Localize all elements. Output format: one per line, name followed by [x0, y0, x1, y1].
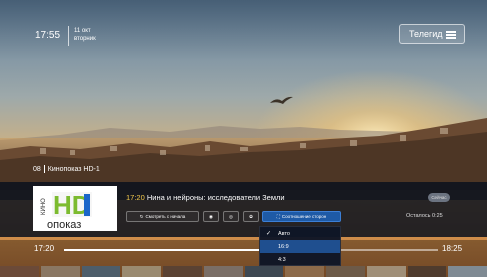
watch-from-start-label: Смотреть с начала [145, 214, 186, 219]
record-icon: ◉ [209, 213, 213, 219]
thumbnail[interactable] [244, 266, 284, 277]
circle-icon: ◎ [229, 213, 233, 219]
thumbnail[interactable] [122, 266, 161, 277]
tv-screen: 17:55 11 окт вторник Телегид 08 Кинопока… [0, 0, 487, 277]
timeline-end: 18:25 [442, 244, 463, 253]
channel-divider [43, 165, 45, 173]
record-button[interactable]: ◉ [203, 211, 219, 222]
thumbnail[interactable] [448, 266, 487, 277]
thumbnail[interactable] [81, 266, 121, 277]
thumbnail[interactable] [366, 266, 406, 277]
thumbnail-strip [0, 266, 487, 277]
program-title: Нина и нейроны: исследователи Земли [146, 193, 285, 202]
progress-track[interactable] [64, 249, 438, 251]
date-day: 11 окт [74, 28, 91, 34]
tv-guide-button[interactable]: Телегид [399, 24, 465, 44]
watch-from-start-button[interactable]: ↻ Смотреть с начала [126, 211, 199, 222]
channel-name: Кинопоказ HD-1 [47, 165, 100, 173]
favorite-button[interactable]: ◎ [223, 211, 239, 222]
channel-number: 08 [33, 165, 41, 173]
thumbnail[interactable] [407, 266, 447, 277]
playback-timeline: 17:20 18:25 [34, 242, 474, 254]
program-start-time: 17:20 [126, 193, 145, 202]
time-remaining: Осталось 0:25 [406, 213, 443, 219]
aspect-option-auto[interactable]: ✓ Авто [260, 227, 340, 240]
aspect-ratio-button[interactable]: ⛶ Соотношение сторон [262, 211, 341, 222]
menu-icon [446, 31, 456, 39]
thumbnail[interactable] [203, 266, 243, 277]
restart-icon: ↻ [139, 213, 144, 219]
live-badge: Сейчас [428, 193, 450, 202]
thumbnail[interactable] [0, 266, 39, 277]
aspect-option-label: 4:3 [278, 256, 286, 263]
logo-kino-text: КИНО [41, 198, 47, 215]
header-divider [68, 26, 69, 46]
aspect-option-16-9[interactable]: 16:9 [260, 240, 340, 253]
gear-icon: ✿ [249, 213, 253, 219]
aspect-ratio-dropdown: ✓ Авто 16:9 4:3 [259, 226, 341, 266]
clock: 17:55 [35, 30, 61, 41]
thumbnail[interactable] [326, 266, 365, 277]
tv-guide-label: Телегид [409, 29, 443, 39]
channel-logo-graphic: КИНО HD опоказ [41, 190, 92, 231]
date: 11 окт вторник [74, 27, 96, 43]
aspect-option-4-3[interactable]: 4:3 [260, 253, 340, 266]
aspect-option-label: Авто [278, 230, 290, 237]
timeline-start: 17:20 [34, 244, 55, 253]
thumbnail[interactable] [40, 266, 80, 277]
thumbnail[interactable] [285, 266, 324, 277]
date-weekday: вторник [74, 36, 96, 42]
channel-info: 08 Кинопоказ HD-1 [33, 165, 100, 173]
check-icon: ✓ [266, 231, 272, 237]
aspect-ratio-label: Соотношение сторон [281, 214, 327, 219]
program-title-row: 17:20 Нина и нейроны: исследователи Земл… [126, 193, 285, 202]
aspect-ratio-icon: ⛶ [276, 214, 280, 219]
logo-opokaz-text: опоказ [47, 219, 81, 231]
thumbnail[interactable] [163, 266, 202, 277]
settings-button[interactable]: ✿ [243, 211, 259, 222]
aspect-option-label: 16:9 [278, 243, 289, 250]
channel-logo: КИНО HD опоказ [33, 186, 117, 231]
